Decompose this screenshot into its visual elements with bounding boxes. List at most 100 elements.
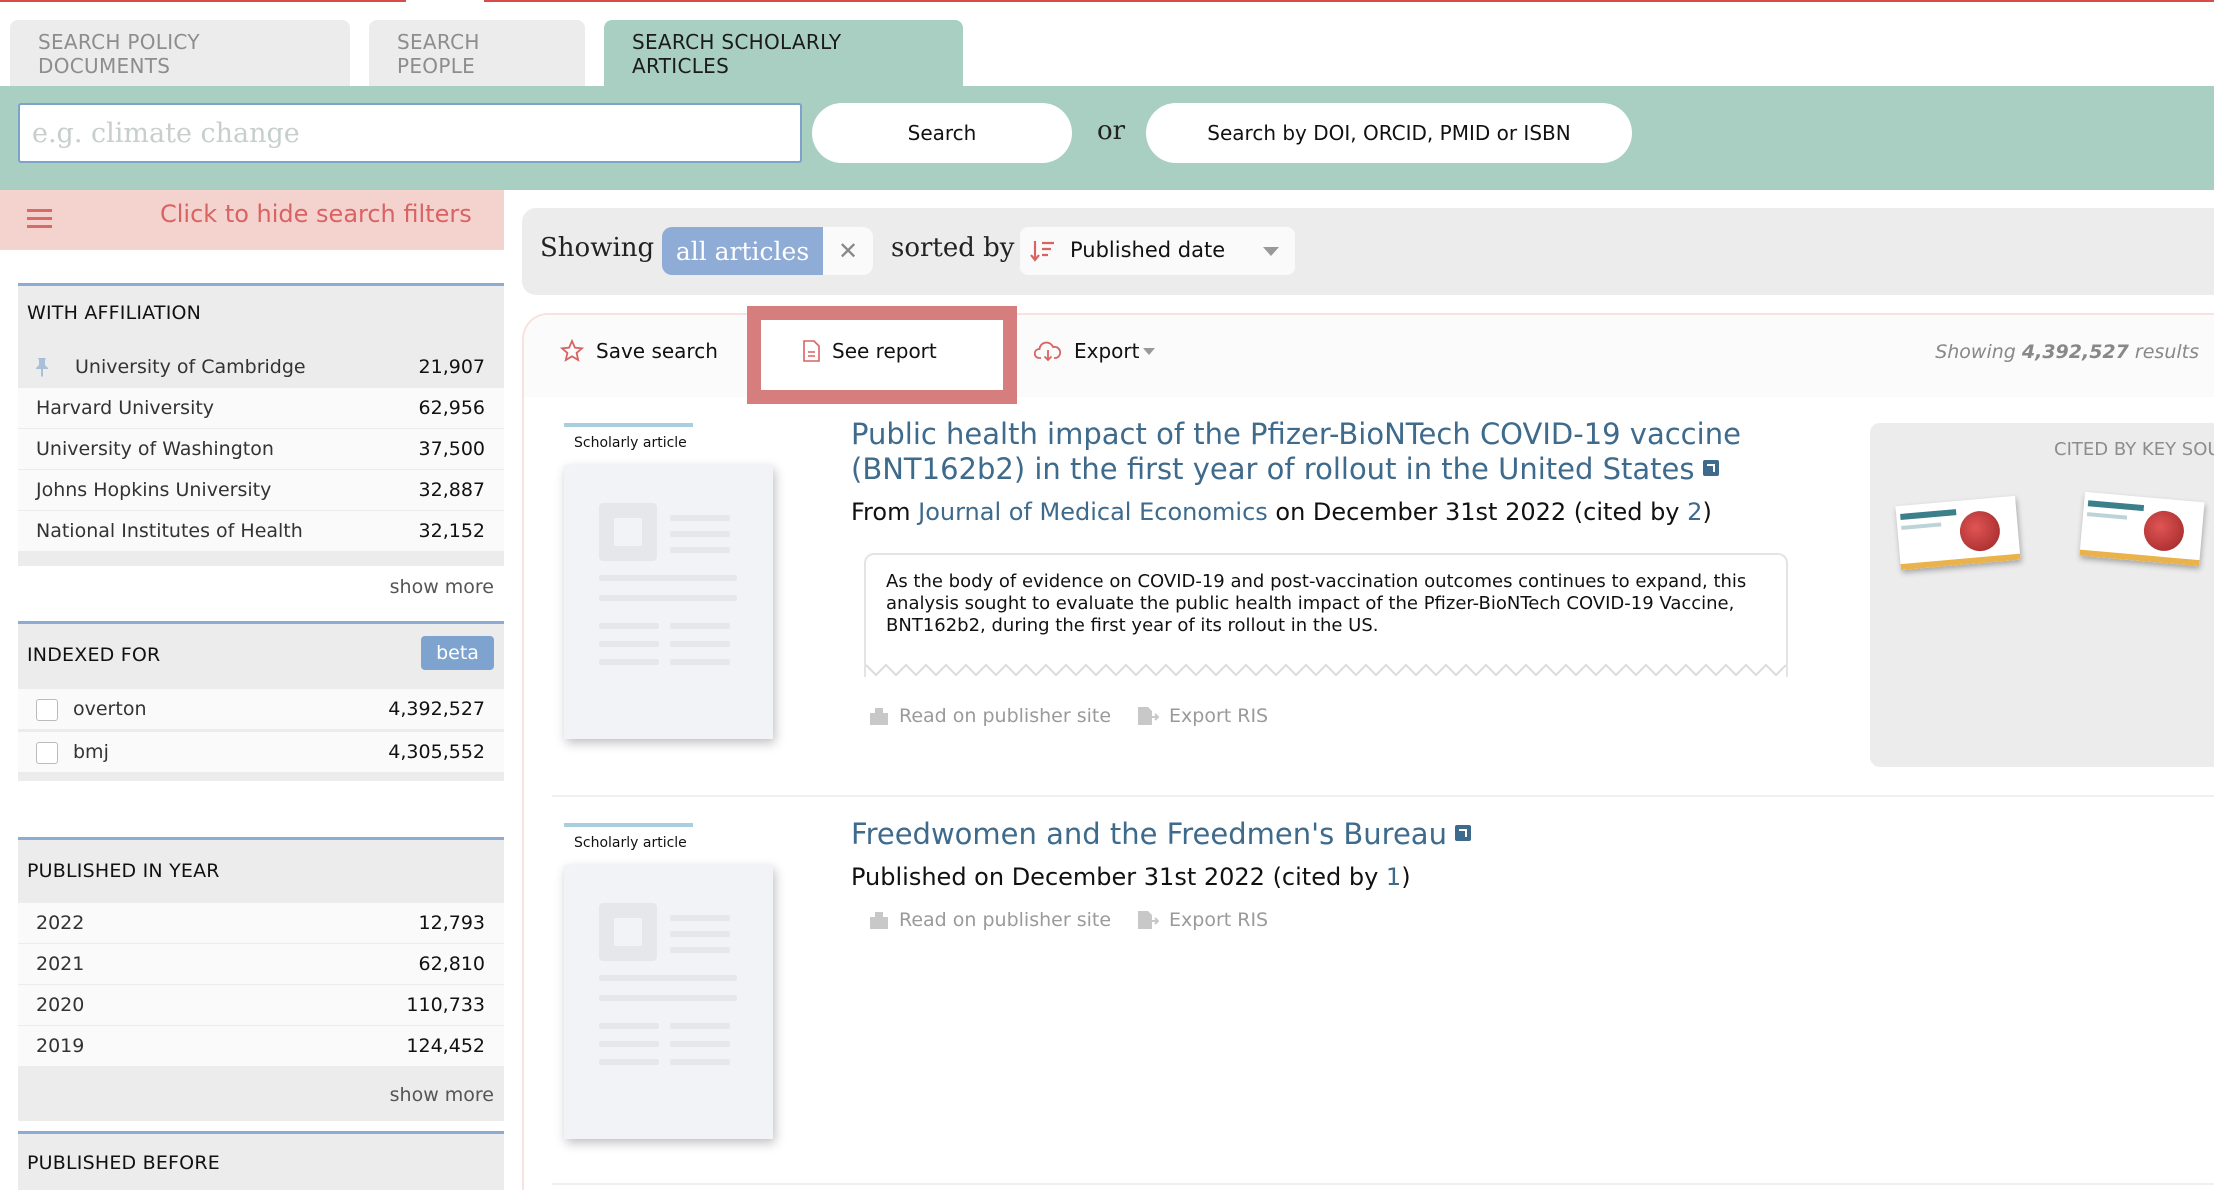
panel-title: INDEXED FOR [27, 644, 161, 666]
panel-title: WITH AFFILIATION [27, 302, 202, 324]
showing-label: Showing [540, 233, 655, 263]
read-on-publisher-button[interactable]: Read on publisher site [869, 909, 1111, 931]
filter-item-bmj[interactable]: bmj 4,305,552 [18, 732, 504, 772]
filter-count: 12,793 [418, 912, 485, 934]
see-report-button[interactable]: See report [802, 339, 937, 363]
filter-count: 32,152 [418, 520, 485, 542]
tab-policy-documents[interactable]: SEARCH POLICY DOCUMENTS [10, 20, 350, 87]
file-export-icon [1138, 707, 1160, 725]
filter-chip-all-articles[interactable]: all articles [662, 227, 823, 275]
filter-name: Johns Hopkins University [36, 479, 272, 501]
filter-item-overton[interactable]: overton 4,392,527 [18, 689, 504, 729]
search-by-doi-button[interactable]: Search by DOI, ORCID, PMID or ISBN [1146, 103, 1632, 163]
filter-item-harvard[interactable]: Harvard University 62,956 [18, 388, 504, 428]
result-divider [552, 1183, 2214, 1185]
filter-item-2020[interactable]: 2020 110,733 [18, 985, 504, 1025]
star-icon [560, 339, 584, 362]
file-export-icon [1138, 911, 1160, 929]
pin-icon [36, 358, 48, 377]
sorted-by-label: sorted by [891, 233, 1015, 263]
filter-item-washington[interactable]: University of Washington 37,500 [18, 429, 504, 469]
filter-count: 124,452 [406, 1035, 485, 1057]
result-count: Showing 4,392,527 results [1935, 341, 2199, 363]
search-input[interactable] [18, 103, 802, 163]
hide-filters-label[interactable]: Click to hide search filters [160, 200, 472, 228]
filter-item-cambridge[interactable]: University of Cambridge 21,907 [18, 347, 504, 387]
building-icon [870, 708, 888, 725]
bmj-checkbox[interactable] [36, 742, 58, 764]
result-actions: Read on publisher site Export RIS [869, 705, 1268, 727]
panel-title: PUBLISHED IN YEAR [27, 860, 220, 882]
filter-name: University of Washington [36, 438, 274, 460]
export-button[interactable]: Export [1034, 339, 1156, 363]
filter-count: 37,500 [418, 438, 485, 460]
filter-name: bmj [73, 741, 109, 763]
building-icon [870, 912, 888, 929]
cited-by-key-sources-panel: CITED BY KEY SOURCES [1870, 423, 2214, 767]
export-ris-button[interactable]: Export RIS [1137, 705, 1268, 727]
result-type-label: Scholarly article [564, 423, 693, 451]
show-more-link[interactable]: show more [390, 576, 494, 598]
results-toolbar: Save search See report Export Showing 4,… [524, 306, 2214, 404]
filter-item-2021[interactable]: 2021 62,810 [18, 944, 504, 984]
sort-select[interactable]: Published date [1020, 227, 1295, 275]
article-thumbnail[interactable] [564, 865, 773, 1139]
chevron-down-icon [1143, 347, 1156, 355]
article-thumbnail[interactable] [564, 465, 773, 739]
cited-by-title: CITED BY KEY SOURCES [2054, 439, 2214, 460]
result-item: Scholarly article Public health impact o… [524, 417, 2214, 803]
results-summary-bar: Showing all articles ✕ sorted by Publish… [522, 208, 2214, 295]
results-panel: Save search See report Export Showing 4,… [522, 306, 2214, 1190]
result-abstract: As the body of evidence on COVID-19 and … [864, 553, 1788, 677]
save-search-button[interactable]: Save search [560, 339, 718, 363]
cited-source-thumbnail[interactable] [1895, 495, 2021, 571]
top-accent-line [0, 0, 2214, 2]
journal-link[interactable]: Journal of Medical Economics [918, 498, 1268, 526]
filter-count: 21,907 [418, 356, 485, 378]
external-link-icon [1702, 460, 1719, 476]
result-item: Scholarly article Freedwomen and the Fre… [524, 817, 2214, 1139]
result-meta: Published on December 31st 2022 (cited b… [851, 863, 1411, 891]
filter-name: 2022 [36, 912, 85, 934]
filter-name: 2020 [36, 994, 85, 1016]
affiliation-filter-panel: WITH AFFILIATION University of Cambridge… [18, 283, 504, 598]
tab-scholarly-articles[interactable]: SEARCH SCHOLARLY ARTICLES [604, 20, 963, 87]
published-before-filter-panel: PUBLISHED BEFORE [18, 1131, 504, 1190]
result-title-link[interactable]: Freedwomen and the Freedmen's Bureau [851, 817, 1791, 852]
close-icon[interactable]: ✕ [823, 227, 873, 275]
see-report-label: See report [832, 339, 937, 363]
filter-count: 32,887 [418, 479, 485, 501]
year-filter-panel: PUBLISHED IN YEAR 2022 12,793 2021 62,81… [18, 837, 504, 1121]
cloud-download-icon [1034, 341, 1062, 362]
filter-name: 2019 [36, 1035, 85, 1057]
export-ris-button[interactable]: Export RIS [1137, 909, 1268, 931]
abstract-fade [866, 663, 1786, 677]
tab-people[interactable]: SEARCH PEOPLE [369, 20, 585, 87]
read-on-publisher-button[interactable]: Read on publisher site [869, 705, 1111, 727]
cited-by-link[interactable]: 1 [1386, 863, 1401, 891]
hamburger-icon[interactable] [27, 209, 52, 229]
result-meta: From Journal of Medical Economics on Dec… [851, 498, 1712, 526]
filter-count: 62,956 [418, 397, 485, 419]
filter-item-2019[interactable]: 2019 124,452 [18, 1026, 504, 1066]
cited-source-thumbnail[interactable] [2079, 491, 2205, 567]
filter-item-nih[interactable]: National Institutes of Health 32,152 [18, 511, 504, 551]
search-tabs: SEARCH POLICY DOCUMENTS SEARCH PEOPLE SE… [10, 20, 963, 87]
result-title-link[interactable]: Public health impact of the Pfizer-BioNT… [851, 417, 1791, 487]
hide-filters-bar[interactable]: Click to hide search filters [0, 190, 504, 250]
filter-item-johns-hopkins[interactable]: Johns Hopkins University 32,887 [18, 470, 504, 510]
overton-checkbox[interactable] [36, 699, 58, 721]
cited-by-link[interactable]: 2 [1687, 498, 1702, 526]
show-more-link[interactable]: show more [390, 1084, 494, 1106]
panel-title: PUBLISHED BEFORE [27, 1152, 220, 1174]
search-button[interactable]: Search [812, 103, 1072, 163]
filter-item-2022[interactable]: 2022 12,793 [18, 903, 504, 943]
result-actions: Read on publisher site Export RIS [869, 909, 1268, 931]
filter-name: National Institutes of Health [36, 520, 303, 542]
result-divider [552, 795, 2214, 797]
result-type-label: Scholarly article [564, 823, 693, 851]
filter-name: University of Cambridge [75, 356, 306, 378]
filter-count: 4,305,552 [388, 741, 485, 763]
sort-value: Published date [1070, 238, 1226, 262]
external-link-icon [1454, 825, 1471, 841]
